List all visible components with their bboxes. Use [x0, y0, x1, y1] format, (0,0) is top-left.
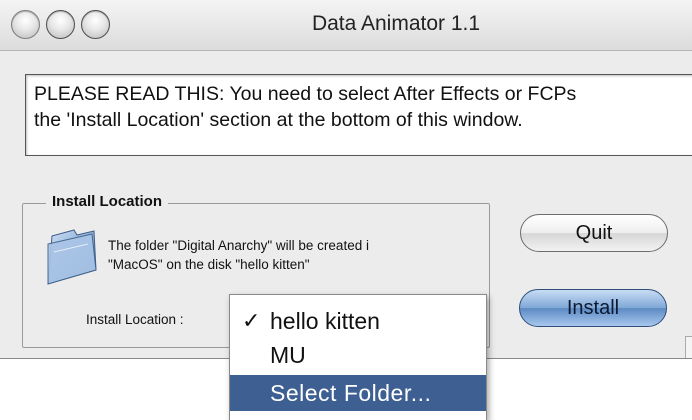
edge-control — [685, 336, 692, 358]
install-button[interactable]: Install — [519, 289, 667, 327]
menu-item-label: MU — [270, 342, 306, 368]
menu-item-mu[interactable]: MU — [230, 337, 486, 373]
readme-text-box[interactable]: PLEASE READ THIS: You need to select Aft… — [25, 74, 692, 156]
install-location-popup-menu[interactable]: ✓ hello kitten MU Select Folder... — [229, 294, 487, 420]
install-location-description: The folder "Digital Anarchy" will be cre… — [108, 238, 369, 272]
menu-item-hello-kitten[interactable]: ✓ hello kitten — [230, 303, 486, 339]
title-bar: Data Animator 1.1 — [0, 0, 692, 51]
install-location-group-title: Install Location — [46, 193, 169, 210]
quit-button[interactable]: Quit — [520, 214, 668, 252]
folder-icon — [47, 229, 97, 285]
menu-item-select-folder[interactable]: Select Folder... — [230, 375, 486, 411]
install-location-label: Install Location : — [86, 312, 184, 327]
checkmark-icon: ✓ — [242, 308, 261, 333]
menu-item-label: hello kitten — [270, 308, 380, 334]
window-title: Data Animator 1.1 — [311, 12, 481, 35]
menu-item-label: Select Folder... — [270, 380, 432, 406]
